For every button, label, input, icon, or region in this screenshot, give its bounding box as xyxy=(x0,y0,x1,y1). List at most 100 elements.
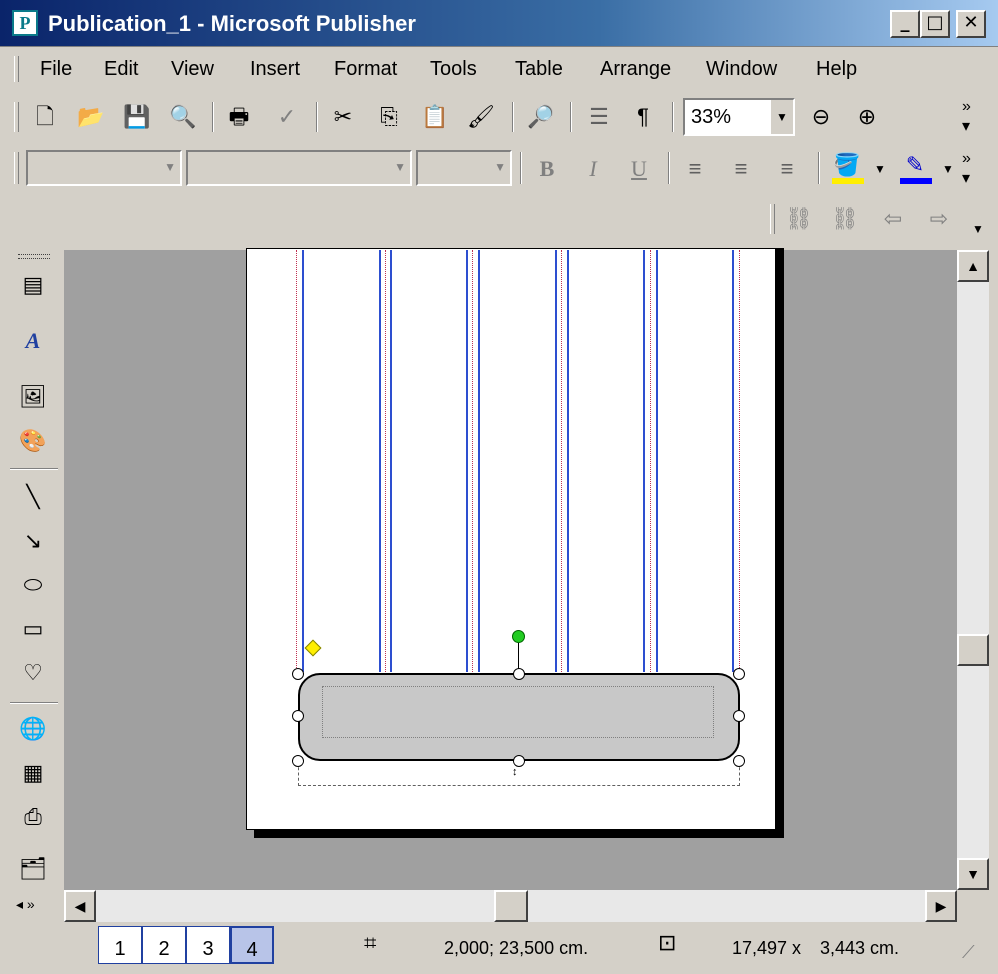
previous-frame-icon[interactable]: ⇦ xyxy=(876,202,910,236)
resize-handle-ne[interactable] xyxy=(733,668,745,680)
toolbar-grip[interactable] xyxy=(770,204,775,234)
resize-handle-sw[interactable] xyxy=(292,755,304,767)
toolbar-more-icon[interactable]: » ▾ xyxy=(962,98,971,136)
toolbar-grip[interactable] xyxy=(14,152,19,184)
menu-file[interactable]: File xyxy=(40,58,72,81)
scroll-left-button[interactable]: ◀ xyxy=(64,890,96,922)
chevron-down-icon[interactable]: ▼ xyxy=(770,100,793,134)
column-guide xyxy=(478,250,480,672)
resize-handle-e[interactable] xyxy=(733,710,745,722)
zoom-out-icon[interactable]: ⊖ xyxy=(804,100,838,134)
menu-window[interactable]: Window xyxy=(706,58,777,81)
clip-art-tool-icon[interactable]: 🎨 xyxy=(16,424,50,458)
pointer-tool-icon[interactable]: ▤ xyxy=(16,268,50,302)
scroll-up-button[interactable]: ▲ xyxy=(957,250,989,282)
chevron-down-icon[interactable]: ▼ xyxy=(942,162,954,176)
hot-spot-tool-icon[interactable]: 🌐 xyxy=(16,712,50,746)
picture-frame-tool-icon[interactable]: 🖼 xyxy=(16,380,50,414)
print-icon[interactable]: 🖶 xyxy=(222,100,256,134)
separator xyxy=(668,152,670,184)
toolbar-more-icon[interactable]: ▼ xyxy=(972,222,984,236)
align-right-icon[interactable]: ≡ xyxy=(724,152,758,186)
menu-help[interactable]: Help xyxy=(816,58,857,81)
cut-icon[interactable]: ✂ xyxy=(326,100,360,134)
save-icon[interactable]: 💾 xyxy=(120,100,154,134)
chevron-down-icon[interactable]: ▼ xyxy=(874,162,886,176)
print-preview-icon[interactable]: 🔍 xyxy=(166,100,200,134)
rotate-handle[interactable] xyxy=(512,630,525,643)
vertical-scroll-thumb[interactable] xyxy=(957,634,989,666)
paste-icon[interactable]: 📋 xyxy=(418,100,452,134)
rectangle-tool-icon[interactable]: ▭ xyxy=(16,612,50,646)
toolbar-more-icon[interactable]: ◂ » xyxy=(16,896,35,913)
unlink-icon[interactable]: ⛓ xyxy=(828,202,862,236)
toolbar-more-icon[interactable]: » ▾ xyxy=(962,150,971,188)
paragraph-icon[interactable]: ¶ xyxy=(626,100,660,134)
next-frame-icon[interactable]: ⇨ xyxy=(922,202,956,236)
spelling-icon[interactable]: ✓ xyxy=(270,100,304,134)
page-tab-2[interactable]: 2 xyxy=(142,926,186,964)
italic-button[interactable]: I xyxy=(576,152,610,186)
menu-format[interactable]: Format xyxy=(334,58,397,81)
chevron-down-icon[interactable]: ▼ xyxy=(394,160,406,174)
line-tool-icon[interactable]: ╲ xyxy=(16,480,50,514)
page-tab-3[interactable]: 3 xyxy=(186,926,230,964)
toolbar-grip[interactable] xyxy=(18,254,50,259)
arrow-tool-icon[interactable]: ↘ xyxy=(16,524,50,558)
menu-table[interactable]: Table xyxy=(515,58,563,81)
chevron-down-icon[interactable]: ▼ xyxy=(164,160,176,174)
horizontal-scrollbar[interactable]: ◀ ▶ xyxy=(64,890,957,922)
publisher-icon[interactable]: P xyxy=(12,10,38,36)
zoom-combo[interactable]: 33% ▼ xyxy=(683,98,795,136)
menu-tools[interactable]: Tools xyxy=(430,58,477,81)
text-box-tool-icon[interactable]: A xyxy=(16,324,50,358)
html-code-icon[interactable]: ⎙ xyxy=(16,800,50,834)
column-guide xyxy=(567,250,569,672)
resize-handle-nw[interactable] xyxy=(292,668,304,680)
menu-view[interactable]: View xyxy=(171,58,214,81)
scroll-down-button[interactable]: ▼ xyxy=(957,858,989,890)
align-left-icon[interactable]: ≡ xyxy=(678,152,712,186)
zoom-in-icon[interactable]: ⊕ xyxy=(850,100,884,134)
zoom-page-icon[interactable]: 🔎 xyxy=(524,100,558,134)
menu-insert[interactable]: Insert xyxy=(250,58,300,81)
new-icon[interactable]: 🗋 xyxy=(28,100,62,134)
vertical-scrollbar[interactable]: ▲ ▼ xyxy=(957,250,989,890)
close-button[interactable]: ✕ xyxy=(956,10,986,38)
autoshapes-tool-icon[interactable]: ♡ xyxy=(16,656,50,690)
menu-edit[interactable]: Edit xyxy=(104,58,138,81)
menu-grip[interactable] xyxy=(14,56,19,82)
link-icon[interactable]: ⛓ xyxy=(782,202,816,236)
size-combo[interactable]: ▼ xyxy=(416,150,512,186)
font-combo[interactable]: ▼ xyxy=(186,150,412,186)
design-gallery-icon[interactable]: 🗂 xyxy=(16,852,50,886)
connect-toolbar: ⛓ ⛓ ⇦ ⇨ ▼ xyxy=(766,200,998,244)
page-tab-1[interactable]: 1 xyxy=(98,926,142,964)
resize-handle-n[interactable] xyxy=(513,668,525,680)
justify-icon[interactable]: ≡ xyxy=(770,152,804,186)
minimize-button[interactable]: _ xyxy=(890,10,920,38)
scroll-right-button[interactable]: ▶ xyxy=(925,890,957,922)
style-combo[interactable]: ▼ xyxy=(26,150,182,186)
toolbar-grip[interactable] xyxy=(14,102,19,132)
resize-handle-se[interactable] xyxy=(733,755,745,767)
page-tab-4-active[interactable]: 4 xyxy=(230,926,274,964)
fill-color-icon[interactable]: 🪣 xyxy=(830,148,864,182)
chevron-down-icon[interactable]: ▼ xyxy=(494,160,506,174)
maximize-button[interactable]: □ xyxy=(920,10,950,38)
horizontal-scroll-thumb[interactable] xyxy=(494,890,528,922)
copy-icon[interactable]: ⎘ xyxy=(372,100,406,134)
line-color-icon[interactable]: ✎ xyxy=(898,148,932,182)
format-painter-icon[interactable]: 🖌 xyxy=(464,100,498,134)
open-icon[interactable]: 📂 xyxy=(74,100,108,134)
menu-arrange[interactable]: Arrange xyxy=(600,58,671,81)
underline-button[interactable]: U xyxy=(622,152,656,186)
title-bar[interactable]: P Publication_1 - Microsoft Publisher _ … xyxy=(0,0,998,47)
oval-tool-icon[interactable]: ⬭ xyxy=(16,568,50,602)
columns-icon[interactable]: ☰ xyxy=(582,100,616,134)
bold-button[interactable]: B xyxy=(530,152,564,186)
resize-handle-w[interactable] xyxy=(292,710,304,722)
separator xyxy=(10,702,58,704)
resize-grip-icon[interactable]: ⟋ xyxy=(962,942,975,963)
form-control-icon[interactable]: ▦ xyxy=(16,756,50,790)
